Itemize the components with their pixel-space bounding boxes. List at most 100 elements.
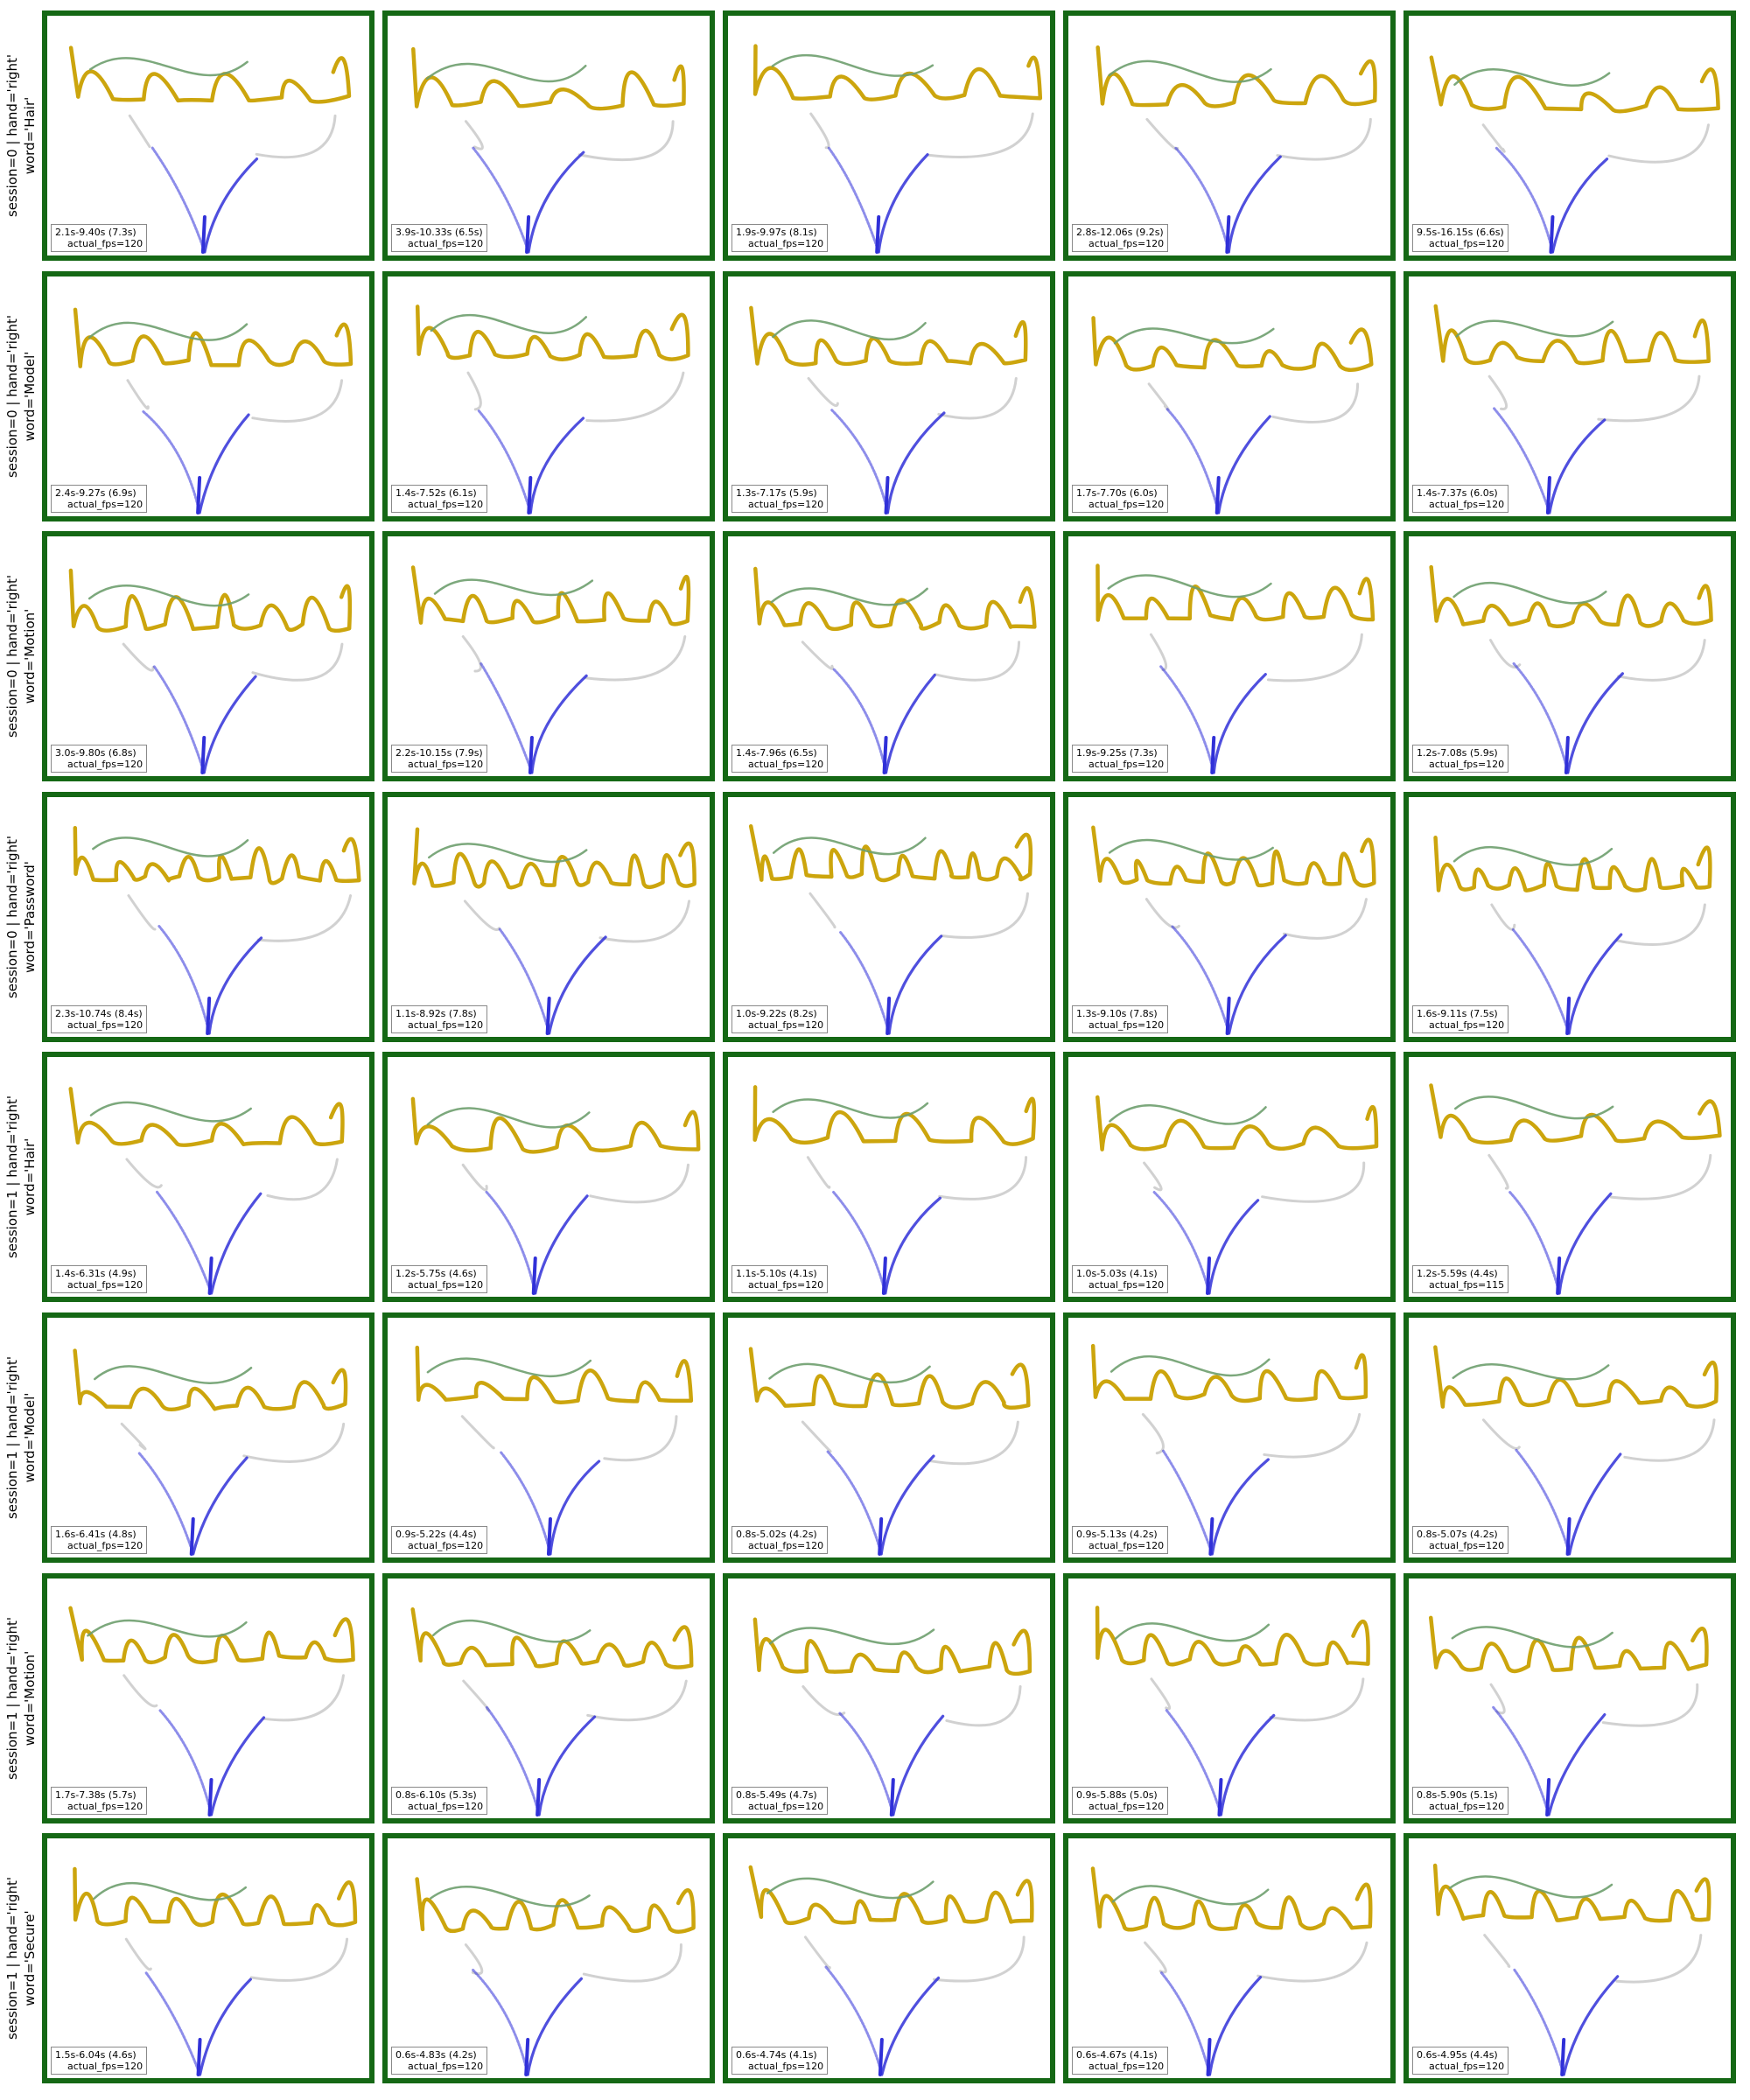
approach-stroke-tip — [1206, 1256, 1212, 1296]
writing-stroke — [412, 827, 696, 890]
pen-lift-stroke — [1452, 1363, 1610, 1381]
fps-label: actual_fps=120 — [408, 1540, 484, 1551]
time-range-tag: 1.2s-5.59s (4.4s) actual_fps=115 — [1412, 1265, 1509, 1294]
time-range-label: 1.4s-7.52s (6.1s) — [396, 486, 477, 499]
fps-label: actual_fps=120 — [1088, 1800, 1165, 1812]
trajectory-panel: 0.8s-5.07s (4.2s) actual_fps=120 — [1404, 1312, 1736, 1563]
approach-stroke-left — [1162, 1449, 1214, 1556]
approach-stroke-tip — [1560, 2038, 1566, 2077]
approach-stroke-left — [158, 924, 211, 1035]
approach-stroke-tip — [886, 996, 892, 1035]
approach-stroke-tip — [200, 736, 206, 775]
transition-stroke-right — [1617, 639, 1706, 682]
writing-stroke — [1095, 1605, 1370, 1667]
transition-stroke-right — [582, 1943, 682, 1983]
time-range-tag: 1.9s-9.25s (7.3s) actual_fps=120 — [1072, 745, 1169, 774]
time-range-tag: 0.8s-5.90s (5.1s) actual_fps=120 — [1412, 1786, 1509, 1815]
approach-stroke-left — [827, 146, 880, 254]
transition-stroke-left — [809, 112, 830, 150]
time-range-tag: 1.4s-7.96s (6.5s) actual_fps=120 — [732, 745, 829, 774]
trajectory-panel: 1.7s-7.70s (6.0s) actual_fps=120 — [1063, 270, 1396, 522]
writing-stroke — [68, 1606, 355, 1664]
time-range-label: 0.8s-6.10s (5.3s) — [396, 1788, 477, 1801]
approach-stroke-left — [152, 665, 206, 774]
transition-stroke-right — [1609, 1154, 1712, 1201]
fps-label: actual_fps=120 — [67, 498, 144, 510]
writing-stroke — [73, 1348, 348, 1412]
trajectory-plot — [749, 305, 1028, 514]
pen-lift-stroke — [94, 1365, 253, 1384]
trajectory-panel: 3.9s-10.33s (6.5s) actual_fps=120 — [382, 10, 715, 261]
time-range-label: 1.3s-9.10s (7.8s) — [1076, 1007, 1158, 1019]
time-range-label: 0.8s-5.49s (4.7s) — [736, 1788, 817, 1801]
fps-label: actual_fps=120 — [67, 1279, 144, 1292]
time-range-tag: 2.4s-9.27s (6.9s) actual_fps=120 — [51, 484, 148, 513]
time-range-label: 2.1s-9.40s (7.3s) — [55, 227, 136, 238]
time-range-tag: 1.3s-7.17s (5.9s) actual_fps=120 — [732, 484, 829, 513]
approach-stroke-tip — [1225, 996, 1231, 1035]
writing-stroke — [68, 568, 353, 634]
trajectory-plot — [1090, 1866, 1373, 2077]
time-range-tag: 1.1s-5.10s (4.1s) actual_fps=120 — [732, 1265, 829, 1294]
writing-stroke — [1090, 1343, 1368, 1404]
trajectory-plot — [410, 1606, 694, 1816]
fps-label: actual_fps=120 — [1429, 1800, 1505, 1812]
time-range-label: 0.9s-5.22s (4.4s) — [396, 1529, 477, 1540]
fps-label: actual_fps=120 — [408, 1800, 484, 1812]
time-range-tag: 3.9s-10.33s (6.5s) actual_fps=120 — [391, 224, 488, 252]
transition-stroke-left — [1143, 1161, 1163, 1192]
row-label-text: session=0 | hand='right' word='Hair' — [4, 53, 38, 218]
transition-stroke-left — [1144, 897, 1180, 929]
time-range-tag: 1.4s-7.37s (6.0s) actual_fps=120 — [1412, 484, 1509, 513]
trajectory-panel: 1.7s-7.38s (5.7s) actual_fps=120 — [42, 1572, 374, 1824]
fps-label: actual_fps=120 — [1088, 1018, 1165, 1031]
approach-stroke-tip — [206, 996, 212, 1035]
time-range-label: 3.0s-9.80s (6.8s) — [55, 747, 136, 760]
time-range-tag: 1.6s-6.41s (4.8s) actual_fps=120 — [51, 1526, 148, 1554]
time-range-label: 1.2s-5.75s (4.6s) — [396, 1268, 477, 1280]
time-range-label: 1.2s-5.59s (4.4s) — [1417, 1268, 1498, 1280]
approach-stroke-left — [824, 1965, 884, 2076]
approach-stroke-left — [500, 1451, 552, 1556]
approach-stroke-tip — [207, 1777, 214, 1816]
transition-stroke-right — [586, 1679, 688, 1721]
approach-stroke-tip — [1206, 2038, 1212, 2077]
row-label: session=0 | hand='right' word='Hair' — [0, 10, 42, 261]
time-range-tag: 1.7s-7.38s (5.7s) actual_fps=120 — [51, 1786, 148, 1815]
fps-label: actual_fps=120 — [67, 1018, 144, 1031]
row-label-text: session=0 | hand='right' word='Motion' — [4, 575, 38, 738]
transition-stroke-left — [1488, 1154, 1509, 1190]
trajectory-panel: 3.0s-9.80s (6.8s) actual_fps=120 — [42, 531, 374, 782]
trajectory-plot — [1433, 1345, 1719, 1556]
transition-stroke-left — [1145, 117, 1180, 151]
trajectory-plot — [73, 1348, 348, 1556]
approach-stroke-left — [1165, 1708, 1222, 1816]
pen-lift-stroke — [92, 836, 249, 858]
approach-stroke-tip — [1565, 996, 1572, 1035]
transition-stroke-right — [1623, 1418, 1716, 1462]
writing-stroke — [410, 1606, 694, 1670]
approach-stroke-tip — [875, 215, 881, 254]
pen-lift-stroke — [88, 57, 248, 77]
approach-stroke-right — [1210, 1458, 1270, 1556]
time-range-tag: 1.5s-6.04s (4.6s) actual_fps=120 — [51, 2047, 148, 2076]
trajectory-panel: 0.9s-5.22s (4.4s) actual_fps=120 — [382, 1312, 715, 1563]
pen-lift-stroke — [432, 1619, 592, 1642]
transition-stroke-left — [124, 1937, 152, 1971]
transition-stroke-right — [251, 642, 344, 682]
row-label: session=1 | hand='right' word='Motion' — [0, 1573, 42, 1824]
time-range-label: 1.7s-7.70s (6.0s) — [1076, 486, 1158, 499]
writing-stroke — [1429, 55, 1720, 114]
pen-lift-stroke — [772, 318, 927, 340]
fps-label: actual_fps=120 — [1429, 498, 1505, 510]
transition-stroke-left — [1481, 123, 1506, 153]
writing-stroke — [752, 44, 1043, 102]
approach-stroke-left — [1512, 662, 1570, 774]
approach-stroke-left — [1171, 925, 1231, 1035]
trajectory-plot — [68, 46, 352, 254]
approach-stroke-tip — [884, 475, 890, 514]
approach-stroke-tip — [882, 736, 888, 775]
trajectory-panel: 2.3s-10.74s (8.4s) actual_fps=120 — [42, 791, 374, 1042]
time-range-tag: 2.2s-10.15s (7.9s) actual_fps=120 — [391, 745, 488, 774]
time-range-label: 2.8s-12.06s (9.2s) — [1076, 227, 1164, 238]
